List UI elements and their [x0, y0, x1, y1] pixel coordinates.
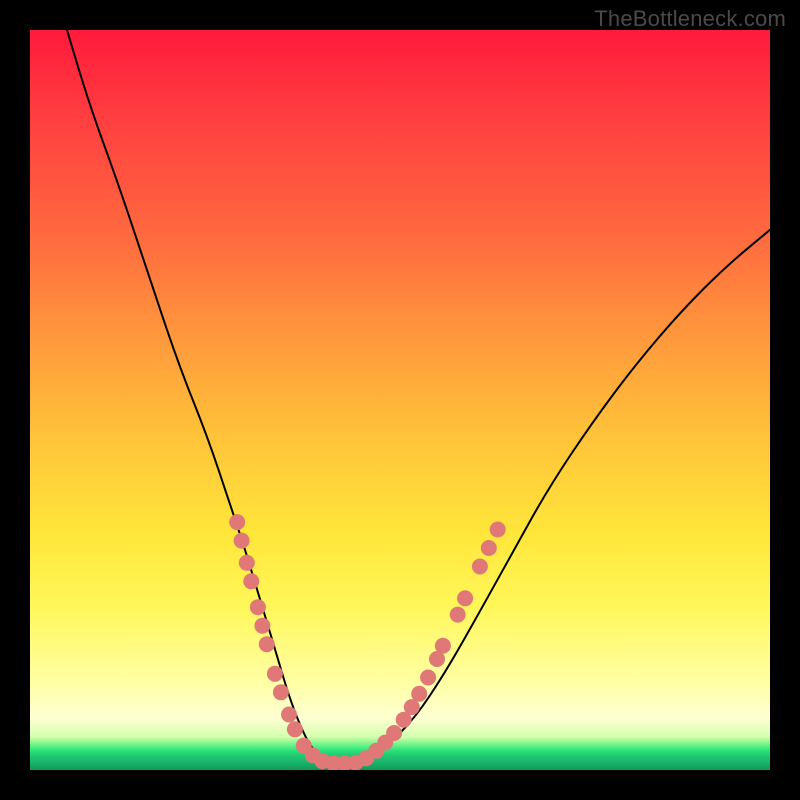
- plot-area: [30, 30, 770, 770]
- curve-marker: [273, 684, 289, 700]
- curve-marker: [472, 559, 488, 575]
- watermark-text: TheBottleneck.com: [594, 6, 786, 32]
- bottleneck-curve: [67, 30, 770, 763]
- curve-marker: [234, 533, 250, 549]
- bottleneck-curve-svg: [30, 30, 770, 770]
- curve-marker: [420, 670, 436, 686]
- curve-marker: [490, 522, 506, 538]
- curve-marker: [281, 707, 297, 723]
- curve-marker: [287, 721, 303, 737]
- curve-marker: [267, 666, 283, 682]
- curve-markers: [229, 514, 506, 770]
- chart-frame: TheBottleneck.com: [0, 0, 800, 800]
- curve-marker: [250, 599, 266, 615]
- curve-marker: [386, 725, 402, 741]
- curve-marker: [243, 573, 259, 589]
- curve-marker: [450, 607, 466, 623]
- curve-marker: [259, 636, 275, 652]
- curve-marker: [411, 686, 427, 702]
- curve-marker: [481, 540, 497, 556]
- curve-marker: [435, 638, 451, 654]
- curve-marker: [239, 555, 255, 571]
- curve-marker: [254, 618, 270, 634]
- curve-marker: [229, 514, 245, 530]
- curve-marker: [457, 590, 473, 606]
